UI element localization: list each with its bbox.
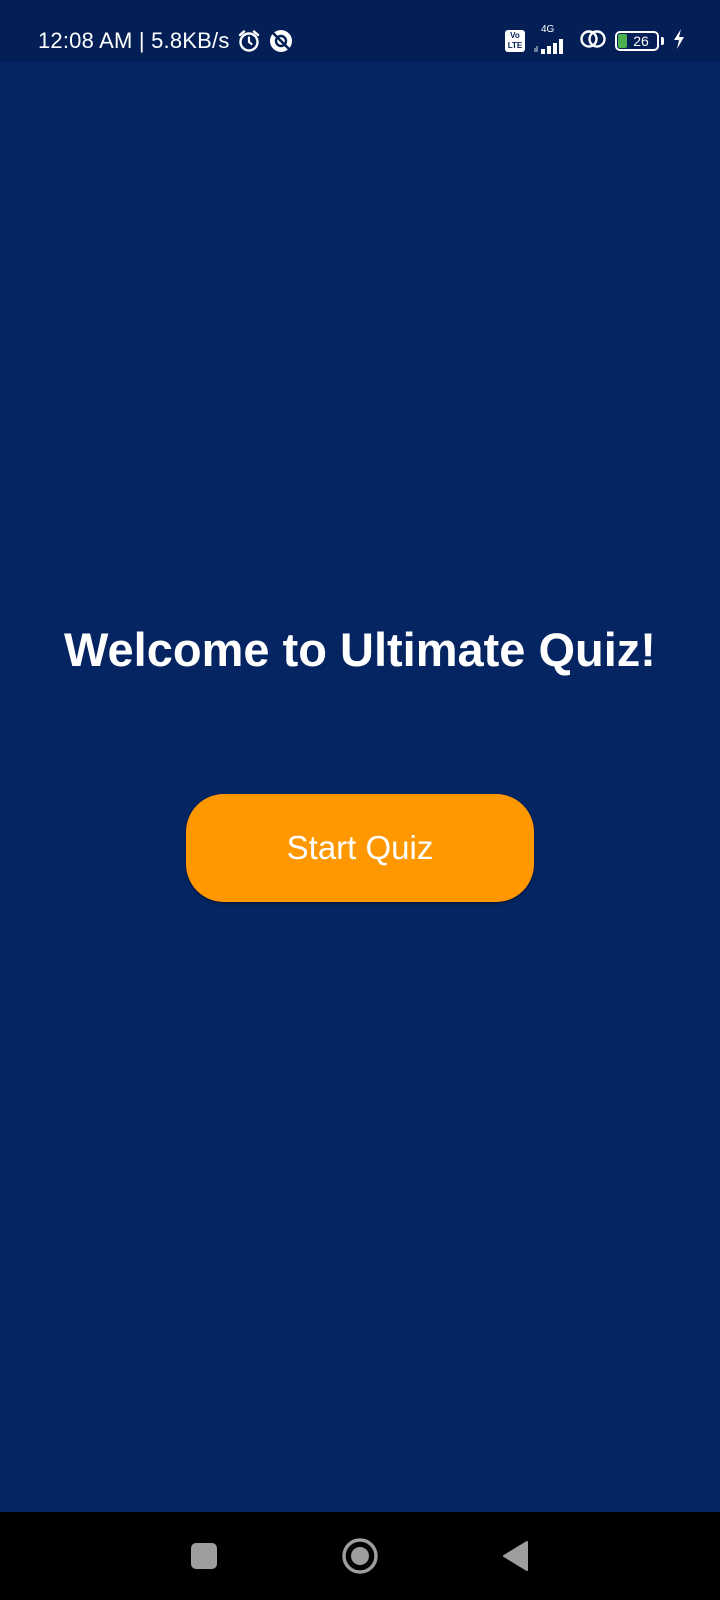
network-type: 4G <box>541 24 555 35</box>
volte-top: Vo <box>510 31 520 40</box>
back-icon[interactable] <box>496 1536 536 1576</box>
recents-icon[interactable] <box>184 1536 224 1576</box>
battery-icon: 26 <box>615 31 659 51</box>
battery-fill <box>618 34 627 48</box>
hotspot-icon <box>579 26 607 57</box>
main-content: Welcome to Ultimate Quiz! Start Quiz <box>0 62 720 1512</box>
volte-icon: Vo LTE <box>505 30 525 52</box>
start-quiz-button[interactable]: Start Quiz <box>186 794 534 902</box>
status-bar: 12:08 AM | 5.8KB/s Vo LTE 4G 26 <box>0 0 720 62</box>
battery-tip <box>661 37 664 45</box>
charging-icon <box>672 28 686 55</box>
navigation-bar <box>0 1512 720 1600</box>
volte-bottom: LTE <box>507 41 523 50</box>
time-and-speed: 12:08 AM | 5.8KB/s <box>38 28 230 53</box>
welcome-title: Welcome to Ultimate Quiz! <box>64 623 656 676</box>
home-icon[interactable] <box>340 1536 380 1576</box>
battery-level: 26 <box>633 33 649 49</box>
alarm-icon <box>236 28 262 54</box>
signal-icon: 4G <box>533 24 571 54</box>
data-saver-icon <box>268 28 294 54</box>
